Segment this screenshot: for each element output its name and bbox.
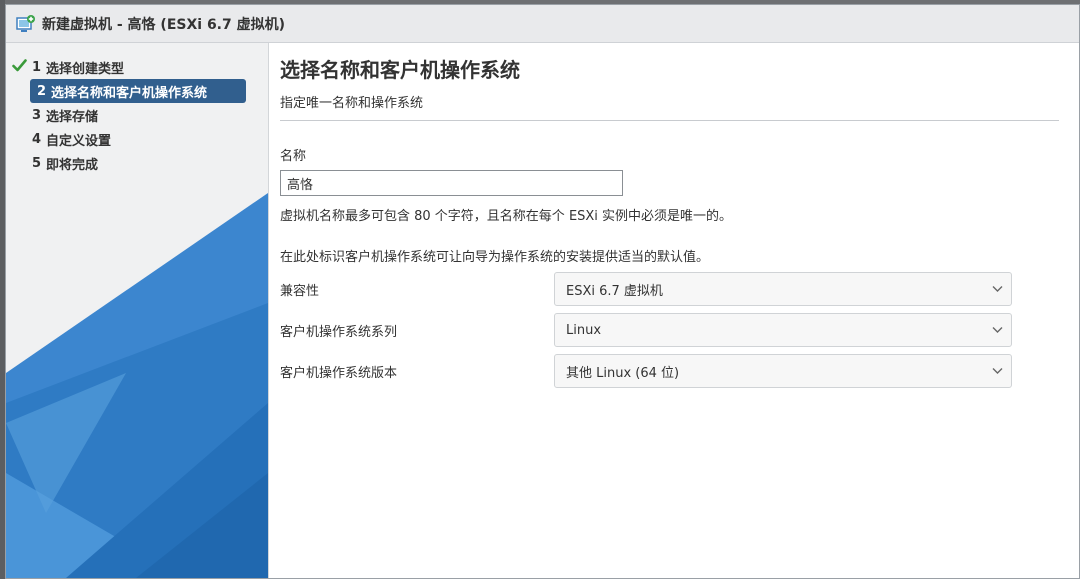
check-icon [12,59,27,72]
os-version-row: 客户机操作系统版本 其他 Linux (64 位) [280,354,1059,388]
os-family-label: 客户机操作系统系列 [280,324,398,340]
window-title: 新建虚拟机 - 高恪 (ESXi 6.7 虚拟机) [42,16,286,33]
step-item-3[interactable]: 3 选择存储 [6,103,268,127]
page-subtitle: 指定唯一名称和操作系统 [280,96,424,111]
step-item-2[interactable]: 2 选择名称和客户机操作系统 [30,79,246,103]
compatibility-value: ESXi 6.7 虚拟机 [566,283,663,299]
os-version-select[interactable]: 其他 Linux (64 位) [554,354,1012,388]
vm-name-input[interactable] [280,170,623,196]
compatibility-select[interactable]: ESXi 6.7 虚拟机 [554,272,1012,306]
wizard-body: 1 选择创建类型 2 选择名称和客户机操作系统 3 选择存储 4 自定义设置 5 [6,43,1079,578]
os-version-label: 客户机操作系统版本 [280,365,398,381]
step-label: 即将完成 [46,157,99,173]
step-number: 3 [32,107,42,123]
os-version-value: 其他 Linux (64 位) [566,365,680,381]
step-item-5[interactable]: 5 即将完成 [6,151,268,175]
step-label: 自定义设置 [46,133,112,149]
step-item-1[interactable]: 1 选择创建类型 [6,55,268,79]
os-family-value: Linux [566,322,602,338]
vm-app-icon [16,14,35,32]
page-title: 选择名称和客户机操作系统 [280,58,520,82]
watermark-text: 什么值得买 [974,544,1070,567]
step-content: 选择名称和客户机操作系统 指定唯一名称和操作系统 名称 虚拟机名称最多可包含 8… [280,43,1059,578]
step-label: 选择创建类型 [46,61,125,77]
step-label: 选择名称和客户机操作系统 [51,85,208,101]
chevron-down-icon [992,368,1003,374]
os-family-select[interactable]: Linux [554,313,1012,347]
title-bar: 新建虚拟机 - 高恪 (ESXi 6.7 虚拟机) [6,5,1079,43]
step-number: 1 [32,59,42,75]
step-number: 5 [32,155,42,171]
name-hint: 虚拟机名称最多可包含 80 个字符，且名称在每个 ESXi 实例中必须是唯一的。 [280,209,733,224]
step-number: 4 [32,131,42,147]
divider [280,120,1059,121]
os-family-row: 客户机操作系统系列 Linux [280,313,1059,347]
chevron-down-icon [992,327,1003,333]
step-item-4[interactable]: 4 自定义设置 [6,127,268,151]
watermark: 什么值得买 [936,539,1070,569]
compatibility-row: 兼容性 ESXi 6.7 虚拟机 [280,272,1059,306]
step-label: 选择存储 [46,109,99,125]
compatibility-label: 兼容性 [280,283,320,299]
os-intro-text: 在此处标识客户机操作系统可让向导为操作系统的安装提供适当的默认值。 [280,250,710,265]
watermark-logo-icon [936,539,967,569]
new-vm-wizard-window: 新建虚拟机 - 高恪 (ESXi 6.7 虚拟机) 1 选择创建类型 2 选择名… [5,4,1080,579]
name-label: 名称 [280,149,307,164]
step-number: 2 [37,83,47,99]
chevron-down-icon [992,286,1003,292]
wizard-step-nav: 1 选择创建类型 2 选择名称和客户机操作系统 3 选择存储 4 自定义设置 5 [6,43,269,578]
step-list: 1 选择创建类型 2 选择名称和客户机操作系统 3 选择存储 4 自定义设置 5 [6,55,268,175]
